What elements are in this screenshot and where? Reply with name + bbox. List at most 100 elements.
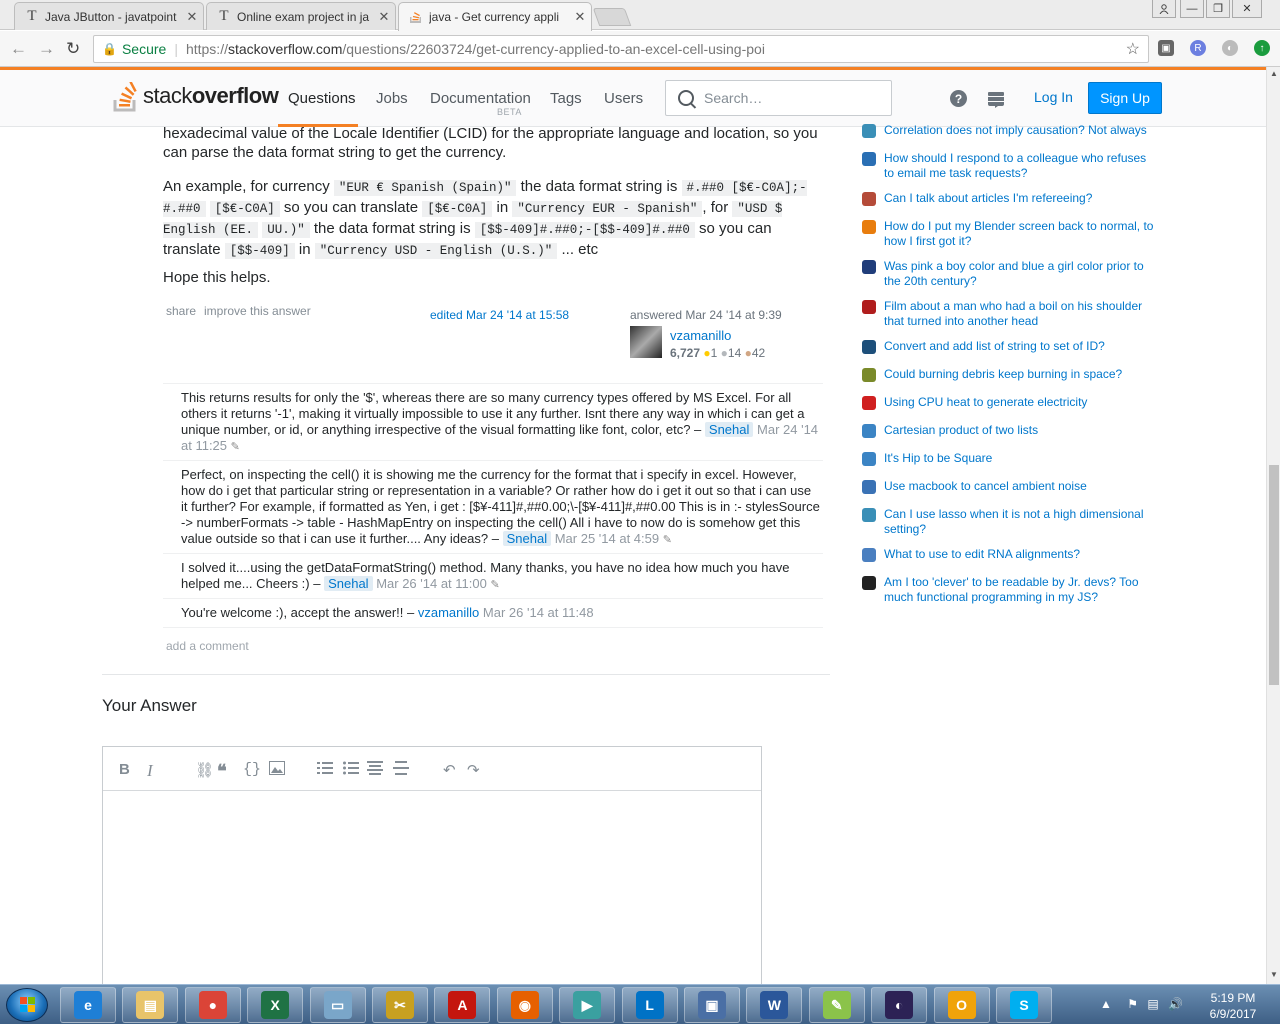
answer-textarea[interactable] — [103, 791, 761, 995]
bullet-list-icon[interactable] — [343, 761, 359, 779]
image-icon[interactable] — [269, 761, 285, 779]
comment-divider — [163, 627, 823, 628]
tab-close-icon[interactable]: ✕ — [373, 9, 395, 25]
avatar[interactable] — [630, 326, 662, 358]
bookmark-star-icon[interactable]: ☆ — [1126, 39, 1140, 59]
help-icon[interactable]: ? — [950, 90, 967, 107]
action-center-flag-icon[interactable]: ⚑ — [1127, 997, 1138, 1011]
extension-2-icon[interactable]: R — [1190, 40, 1206, 56]
stackoverflow-logo[interactable]: stack overflow — [113, 81, 279, 112]
taskbar-clock[interactable]: 5:19 PM 6/9/2017 — [1200, 990, 1266, 1022]
stack-exchange-icon[interactable] — [987, 90, 1004, 108]
taskbar-skype-button[interactable]: S — [996, 987, 1052, 1023]
tab-close-icon[interactable]: ✕ — [181, 9, 203, 25]
hot-question-link[interactable]: Film about a man who had a boil on his s… — [884, 299, 1156, 329]
taskbar-notepad-button[interactable]: ▭ — [309, 987, 366, 1023]
hot-question-link[interactable]: Could burning debris keep burning in spa… — [884, 367, 1156, 382]
scroll-up-icon[interactable]: ▲ — [1270, 69, 1278, 78]
comment-date[interactable]: Mar 26 '14 at 11:48 — [483, 605, 594, 620]
signup-button[interactable]: Sign Up — [1088, 82, 1162, 114]
taskbar-firefox-button[interactable]: ◉ — [496, 987, 553, 1023]
reload-icon[interactable]: ↻ — [66, 39, 80, 59]
nav-tags[interactable]: Tags — [550, 90, 582, 107]
address-bar[interactable]: 🔒 Secure | https://stackoverflow.com/que… — [93, 35, 1149, 63]
restore-icon[interactable]: ❐ — [1206, 0, 1230, 18]
taskbar-notepadpp-button[interactable]: ✎ — [808, 987, 865, 1023]
tray-expand-icon[interactable]: ▲ — [1100, 997, 1112, 1011]
back-icon[interactable]: ← — [10, 39, 27, 59]
italic-icon[interactable]: I — [147, 761, 153, 781]
comment-user-link[interactable]: Snehal — [704, 422, 754, 437]
hot-question-link[interactable]: Can I use lasso when it is not a high di… — [884, 507, 1156, 537]
new-tab-button[interactable] — [592, 8, 632, 26]
hot-question-link[interactable]: How do I put my Blender screen back to n… — [884, 219, 1156, 249]
browser-tab-3-active[interactable]: java - Get currency appli ✕ — [398, 2, 592, 31]
browser-tab-2[interactable]: T Online exam project in ja ✕ — [206, 2, 396, 30]
nav-users[interactable]: Users — [604, 90, 643, 107]
taskbar-media-button[interactable]: ▶ — [559, 987, 616, 1023]
hot-question-link[interactable]: Convert and add list of string to set of… — [884, 339, 1156, 354]
add-comment-link[interactable]: add a comment — [166, 639, 249, 653]
close-window-icon[interactable]: ✕ — [1232, 0, 1262, 18]
profile-icon[interactable] — [1152, 0, 1176, 18]
code-icon[interactable]: {} — [243, 761, 261, 778]
taskbar-chrome-button[interactable]: ● — [184, 987, 241, 1023]
quote-icon[interactable]: ❝ — [217, 761, 227, 782]
taskbar-outlook-button[interactable]: O — [933, 987, 990, 1023]
hot-question-link[interactable]: What to use to edit RNA alignments? — [884, 547, 1156, 562]
forward-icon[interactable]: → — [38, 39, 55, 59]
search-input[interactable]: Search… — [665, 80, 892, 116]
comment-date[interactable]: Mar 26 '14 at 11:00 — [376, 576, 487, 591]
login-link[interactable]: Log In — [1034, 89, 1073, 105]
edited-link[interactable]: edited Mar 24 '14 at 15:58 — [430, 308, 569, 322]
share-link[interactable]: share — [166, 304, 196, 318]
hot-question-link[interactable]: Use macbook to cancel ambient noise — [884, 479, 1156, 494]
browser-tab-1[interactable]: T Java JButton - javatpoint ✕ — [14, 2, 204, 30]
link-icon[interactable]: ⛓ — [195, 761, 214, 779]
undo-icon[interactable]: ↶ — [443, 761, 456, 779]
update-icon[interactable]: ↑ — [1254, 40, 1270, 56]
scrollbar-thumb[interactable] — [1269, 465, 1279, 685]
page-scrollbar[interactable]: ▲ ▼ — [1266, 67, 1280, 984]
ordered-list-icon[interactable] — [317, 761, 333, 779]
network-icon[interactable]: ▤ — [1147, 997, 1158, 1011]
hot-question-link[interactable]: Using CPU heat to generate electricity — [884, 395, 1156, 410]
taskbar-acrobat-button[interactable]: A — [434, 987, 491, 1023]
extension-3-icon[interactable]: ◐ — [1222, 40, 1238, 56]
nav-jobs[interactable]: Jobs — [376, 90, 408, 107]
comment-user-link[interactable]: Snehal — [502, 531, 552, 546]
taskbar-ie-button[interactable]: e — [60, 987, 116, 1023]
hot-question-link[interactable]: It's Hip to be Square — [884, 451, 1156, 466]
hot-question-link[interactable]: How should I respond to a colleague who … — [884, 151, 1156, 181]
tab-close-icon[interactable]: ✕ — [569, 9, 591, 25]
improve-answer-link[interactable]: improve this answer — [204, 304, 311, 318]
hr-icon[interactable] — [393, 761, 409, 779]
nav-documentation[interactable]: Documentation — [430, 90, 531, 107]
hot-question-link[interactable]: Can I talk about articles I'm refereeing… — [884, 191, 1156, 206]
bold-icon[interactable]: B — [119, 761, 130, 778]
hot-question-link[interactable]: Correlation does not imply causation? No… — [884, 123, 1156, 138]
edited-pencil-icon: ✎ — [662, 534, 672, 546]
extension-1-icon[interactable]: ▣ — [1158, 40, 1174, 56]
taskbar-lync-button[interactable]: L — [621, 987, 678, 1023]
volume-icon[interactable]: 🔊 — [1168, 997, 1183, 1011]
scroll-down-icon[interactable]: ▼ — [1270, 970, 1278, 979]
comment-user-link[interactable]: Snehal — [324, 576, 373, 591]
hot-question-link[interactable]: Was pink a boy color and blue a girl col… — [884, 259, 1156, 289]
taskbar-excel-button[interactable]: X — [247, 987, 304, 1023]
nav-questions[interactable]: Questions — [288, 90, 356, 107]
hot-question-link[interactable]: Cartesian product of two lists — [884, 423, 1156, 438]
minimize-icon[interactable]: — — [1180, 0, 1204, 18]
hot-question-link[interactable]: Am I too 'clever' to be readable by Jr. … — [884, 575, 1156, 605]
start-button[interactable] — [6, 988, 48, 1022]
taskbar-eclipse-button[interactable]: ◐ — [871, 987, 928, 1023]
taskbar-explorer-button[interactable]: ▤ — [122, 987, 179, 1023]
comment-date[interactable]: Mar 25 '14 at 4:59 — [555, 531, 659, 546]
redo-icon[interactable]: ↷ — [467, 761, 480, 779]
taskbar-tool-button[interactable]: ✂ — [372, 987, 428, 1023]
heading-icon[interactable] — [367, 761, 383, 779]
comment-user-link[interactable]: vzamanillo — [418, 605, 479, 620]
taskbar-word-button[interactable]: W — [746, 987, 803, 1023]
answer-user-link[interactable]: vzamanillo — [670, 328, 731, 343]
taskbar-network-button[interactable]: ▣ — [684, 987, 740, 1023]
